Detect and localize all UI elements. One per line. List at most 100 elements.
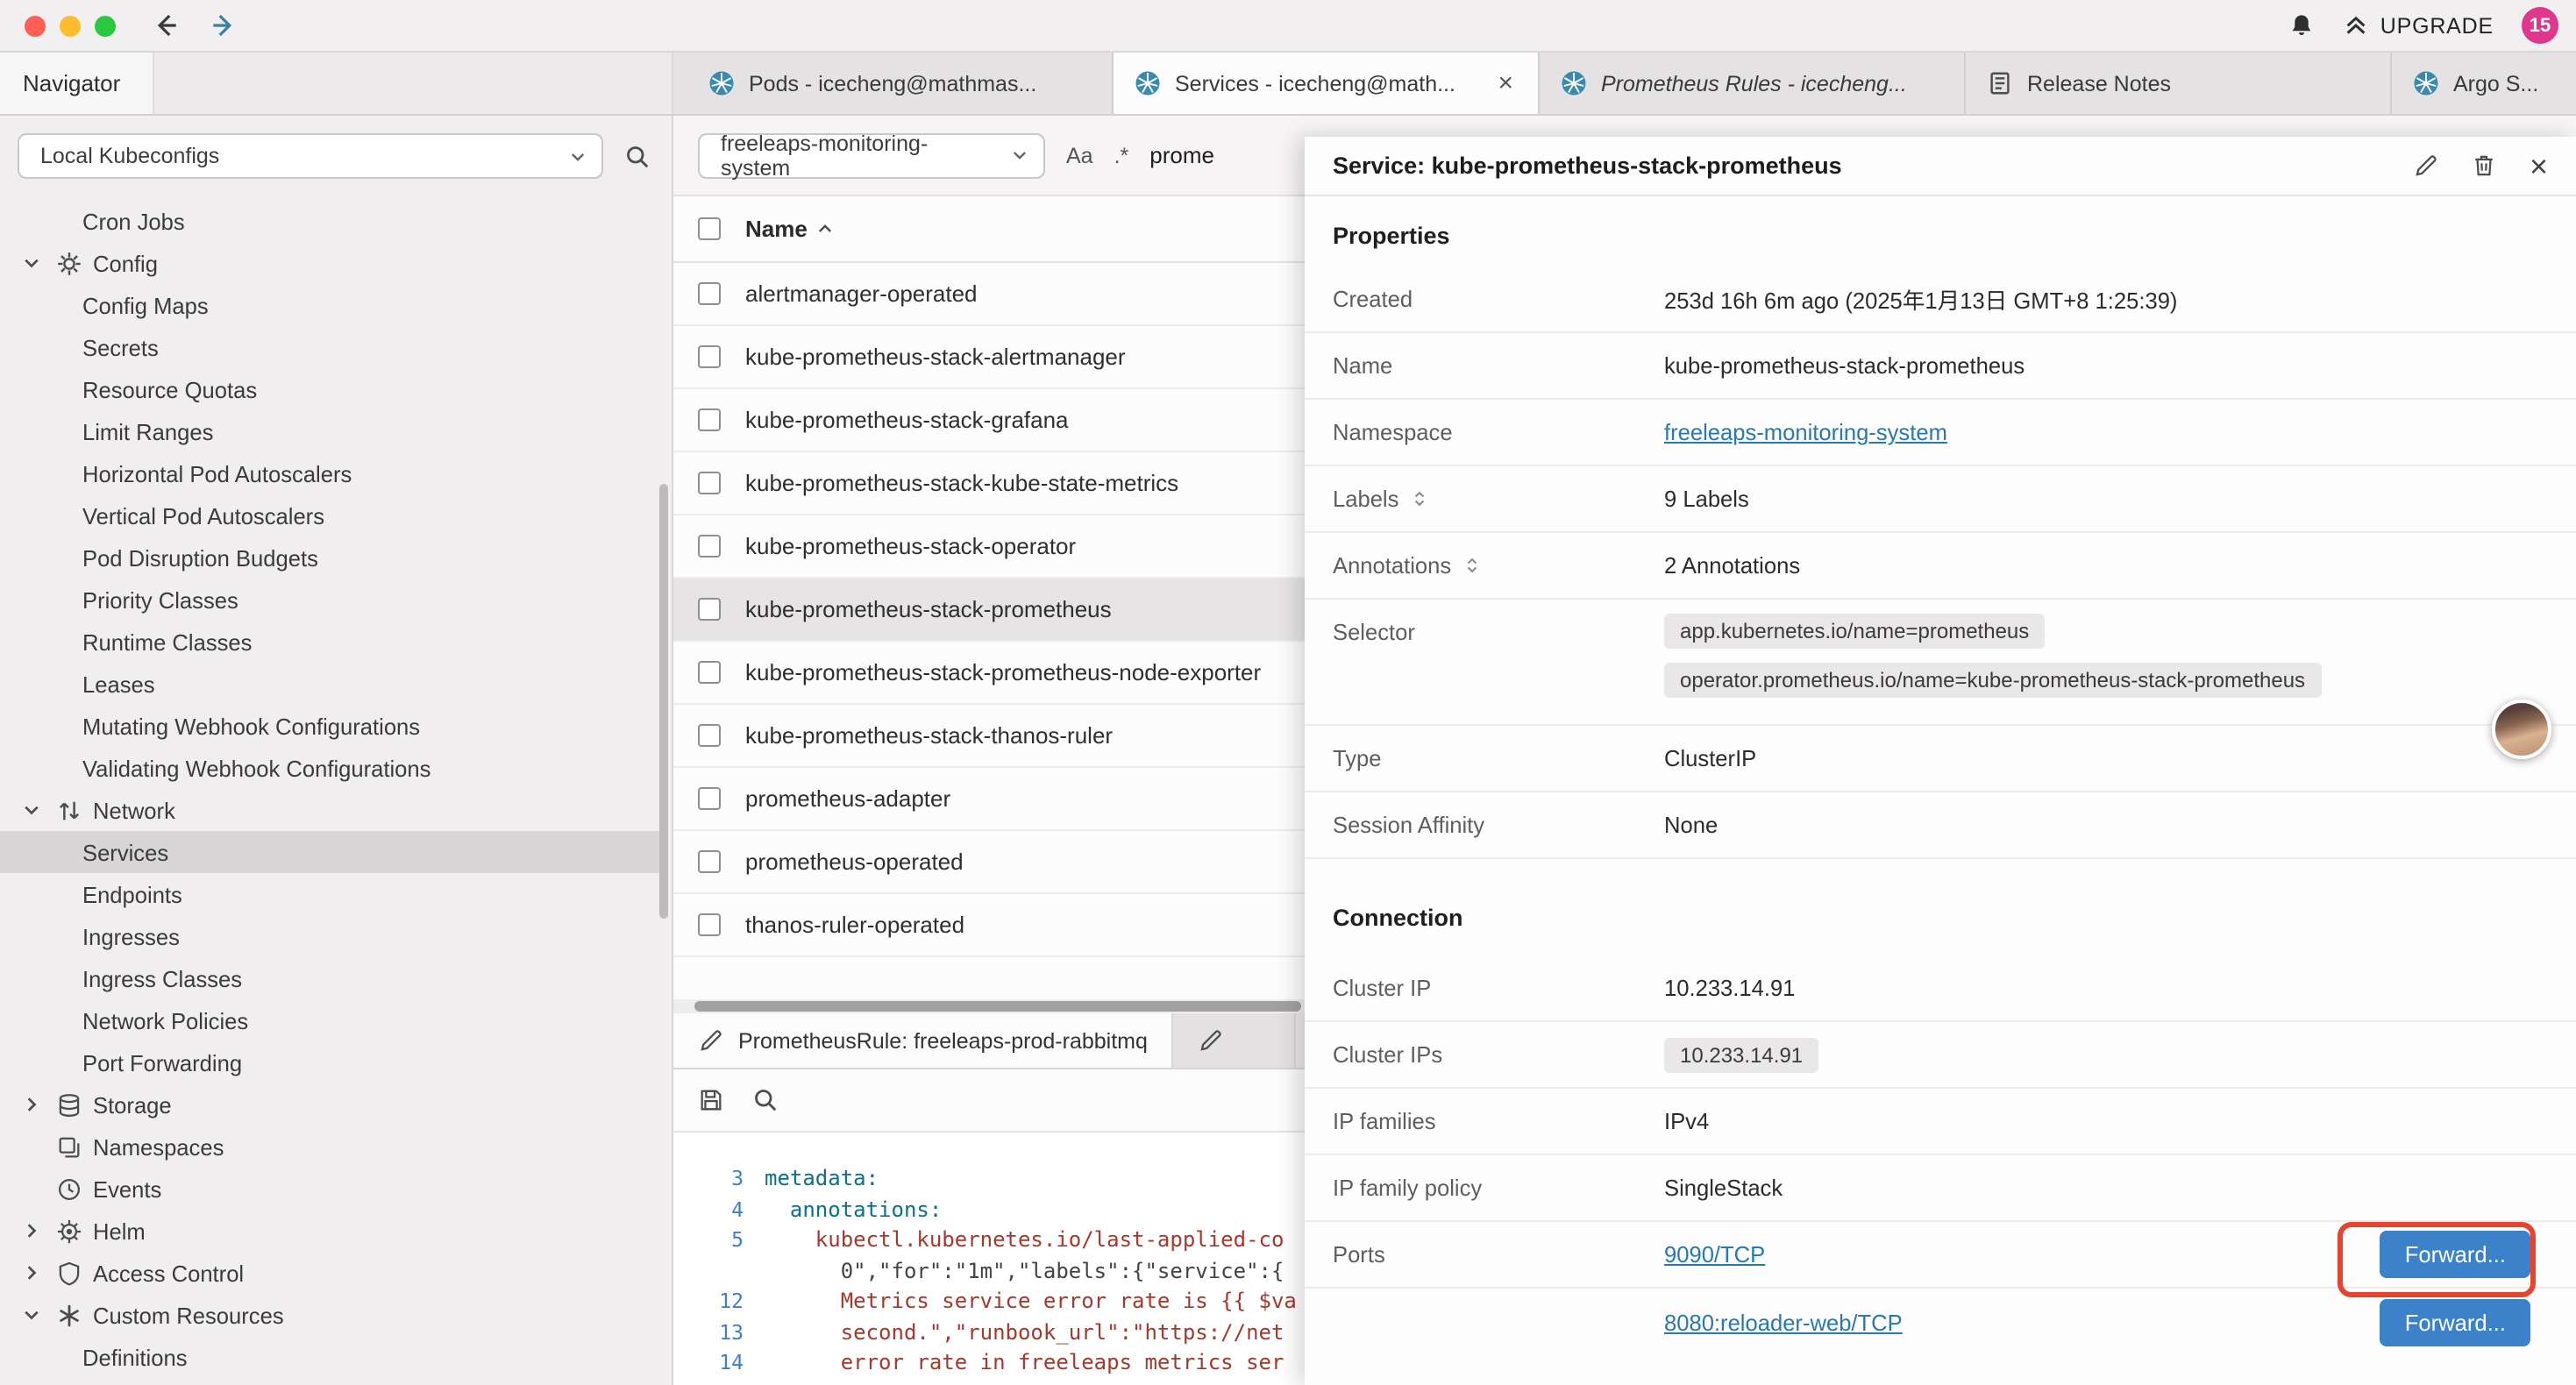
back-button[interactable]	[151, 11, 181, 40]
kubernetes-icon	[1561, 70, 1587, 96]
sidebar-item-helm[interactable]: Helm	[0, 1210, 659, 1252]
sidebar-item-runtime-classes[interactable]: Runtime Classes	[0, 621, 659, 663]
forward-button[interactable]: Forward...	[2380, 1298, 2530, 1346]
details-panel-header: Service: kube-prometheus-stack-prometheu…	[1305, 137, 2576, 196]
delete-resource-button[interactable]	[2472, 153, 2498, 179]
row-checkbox[interactable]	[698, 913, 721, 936]
sidebar-item-endpoints[interactable]: Endpoints	[0, 873, 659, 915]
tab-label: Services - icecheng@math...	[1175, 71, 1480, 96]
navigator-title[interactable]: Navigator	[0, 53, 154, 114]
minimize-window-button[interactable]	[60, 15, 81, 36]
search-input[interactable]: prome	[1149, 142, 1214, 168]
tab-close-icon[interactable]: ×	[1494, 70, 1517, 96]
scrollbar-thumb[interactable]	[694, 1001, 1301, 1012]
close-window-button[interactable]	[25, 15, 46, 36]
tab-services-icecheng-math[interactable]: Services - icecheng@math... ×	[1114, 53, 1540, 114]
row-checkbox[interactable]	[698, 535, 721, 558]
sidebar-item-config[interactable]: Config	[0, 242, 659, 284]
row-checkbox[interactable]	[698, 345, 721, 368]
row-checkbox[interactable]	[698, 787, 721, 810]
sidebar-item-cron-jobs[interactable]: Cron Jobs	[0, 200, 659, 242]
sidebar-item-services[interactable]: Services	[0, 831, 659, 873]
sidebar-item-ingress-classes[interactable]: Ingress Classes	[0, 957, 659, 999]
value-chip: app.kubernetes.io/name=prometheus	[1664, 614, 2045, 649]
caret-right-icon	[21, 1220, 42, 1241]
column-header-name[interactable]: Name	[745, 216, 836, 242]
sidebar-item-network-policies[interactable]: Network Policies	[0, 999, 659, 1041]
notifications-bell-icon[interactable]	[2289, 12, 2316, 39]
namespace-link[interactable]: freeleaps-monitoring-system	[1664, 419, 1947, 445]
match-case-toggle[interactable]: Aa	[1066, 143, 1093, 167]
sidebar-item-storage[interactable]: Storage	[0, 1083, 659, 1126]
row-checkbox[interactable]	[698, 598, 721, 621]
row-checkbox[interactable]	[698, 282, 721, 305]
upgrade-button[interactable]: UPGRADE	[2344, 12, 2494, 39]
user-avatar[interactable]	[2492, 700, 2551, 759]
namespace-filter-value: freeleaps-monitoring-system	[721, 131, 996, 180]
regex-toggle[interactable]: .*	[1114, 143, 1129, 167]
notification-count-badge[interactable]: 15	[2522, 7, 2558, 44]
tab-argo-s[interactable]: Argo S...	[2392, 53, 2576, 114]
row-checkbox[interactable]	[698, 472, 721, 494]
port-link[interactable]: 9090/TCP	[1664, 1241, 1765, 1268]
value-chip: 10.233.14.91	[1664, 1037, 1818, 1072]
sidebar-search-button[interactable]	[624, 143, 651, 169]
sidebar-item-horizontal-pod-autoscalers[interactable]: Horizontal Pod Autoscalers	[0, 452, 659, 494]
property-label: Selector	[1305, 614, 1664, 645]
sidebar-item-validating-webhook-configurations[interactable]: Validating Webhook Configurations	[0, 747, 659, 789]
sidebar-item-priority-classes[interactable]: Priority Classes	[0, 579, 659, 621]
sidebar-item-vertical-pod-autoscalers[interactable]: Vertical Pod Autoscalers	[0, 494, 659, 536]
access-control-icon	[56, 1260, 82, 1286]
row-checkbox[interactable]	[698, 661, 721, 684]
sidebar-item-custom-resources[interactable]: Custom Resources	[0, 1294, 659, 1336]
sidebar-item-events[interactable]: Events	[0, 1168, 659, 1210]
sidebar-item-ingresses[interactable]: Ingresses	[0, 915, 659, 957]
sidebar-item-resource-quotas[interactable]: Resource Quotas	[0, 368, 659, 410]
property-row: Annotations2 Annotations	[1305, 533, 2576, 600]
sidebar-item-mutating-webhook-configurations[interactable]: Mutating Webhook Configurations	[0, 705, 659, 747]
tab-release-notes[interactable]: Release Notes	[1966, 53, 2392, 114]
tab-pods-icecheng-mathmas[interactable]: Pods - icecheng@mathmas...	[687, 53, 1114, 114]
sidebar-item-port-forwarding[interactable]: Port Forwarding	[0, 1041, 659, 1083]
service-name: kube-prometheus-stack-prometheus-node-ex…	[745, 659, 1261, 685]
row-checkbox[interactable]	[698, 850, 721, 873]
kubeconfig-selector[interactable]: Local Kubeconfigs	[18, 133, 603, 179]
service-name: kube-prometheus-stack-prometheus	[745, 596, 1112, 622]
namespaces-icon	[56, 1133, 82, 1160]
tab-row: Navigator Pods - icecheng@mathmas...Serv…	[0, 53, 2576, 116]
sidebar-scrollbar[interactable]	[659, 484, 668, 919]
property-value: None	[1664, 812, 1718, 838]
sidebar-item-secrets[interactable]: Secrets	[0, 326, 659, 368]
property-row: Labels9 Labels	[1305, 466, 2576, 533]
row-checkbox[interactable]	[698, 724, 721, 747]
sidebar-item-label: Leases	[82, 671, 155, 697]
line-number: 5	[673, 1225, 765, 1256]
dock-tab-prometheusrule[interactable]: PrometheusRule: freeleaps-prod-rabbitmq	[673, 1013, 1174, 1068]
sidebar-item-config-maps[interactable]: Config Maps	[0, 284, 659, 326]
property-value: SingleStack	[1664, 1175, 1783, 1201]
sidebar-item-access-control[interactable]: Access Control	[0, 1252, 659, 1294]
sidebar-item-pod-disruption-budgets[interactable]: Pod Disruption Budgets	[0, 536, 659, 579]
property-value: ClusterIP	[1664, 745, 1756, 771]
sidebar-item-limit-ranges[interactable]: Limit Ranges	[0, 410, 659, 452]
row-checkbox[interactable]	[698, 408, 721, 431]
editor-search-button[interactable]	[752, 1087, 779, 1113]
sidebar-item-leases[interactable]: Leases	[0, 663, 659, 705]
select-all-checkbox[interactable]	[698, 217, 721, 240]
namespace-filter[interactable]: freeleaps-monitoring-system	[698, 132, 1045, 178]
sidebar-item-namespaces[interactable]: Namespaces	[0, 1126, 659, 1168]
edit-resource-button[interactable]	[2414, 153, 2440, 179]
property-row: Namekube-prometheus-stack-prometheus	[1305, 333, 2576, 400]
save-button[interactable]	[698, 1087, 724, 1113]
forward-button-nav[interactable]	[209, 11, 238, 40]
line-number: 14	[673, 1348, 765, 1379]
history-navigation	[151, 11, 238, 40]
tab-prometheus-rules-icecheng[interactable]: Prometheus Rules - icecheng...	[1540, 53, 1966, 114]
port-link[interactable]: 8080:reloader-web/TCP	[1664, 1309, 1903, 1335]
close-panel-button[interactable]: ×	[2530, 150, 2548, 181]
sidebar-item-network[interactable]: Network	[0, 789, 659, 831]
forward-button[interactable]: Forward...	[2380, 1231, 2530, 1278]
sidebar-item-definitions[interactable]: Definitions	[0, 1336, 659, 1378]
maximize-window-button[interactable]	[95, 15, 116, 36]
dock-tab-partial[interactable]	[1174, 1013, 1297, 1068]
